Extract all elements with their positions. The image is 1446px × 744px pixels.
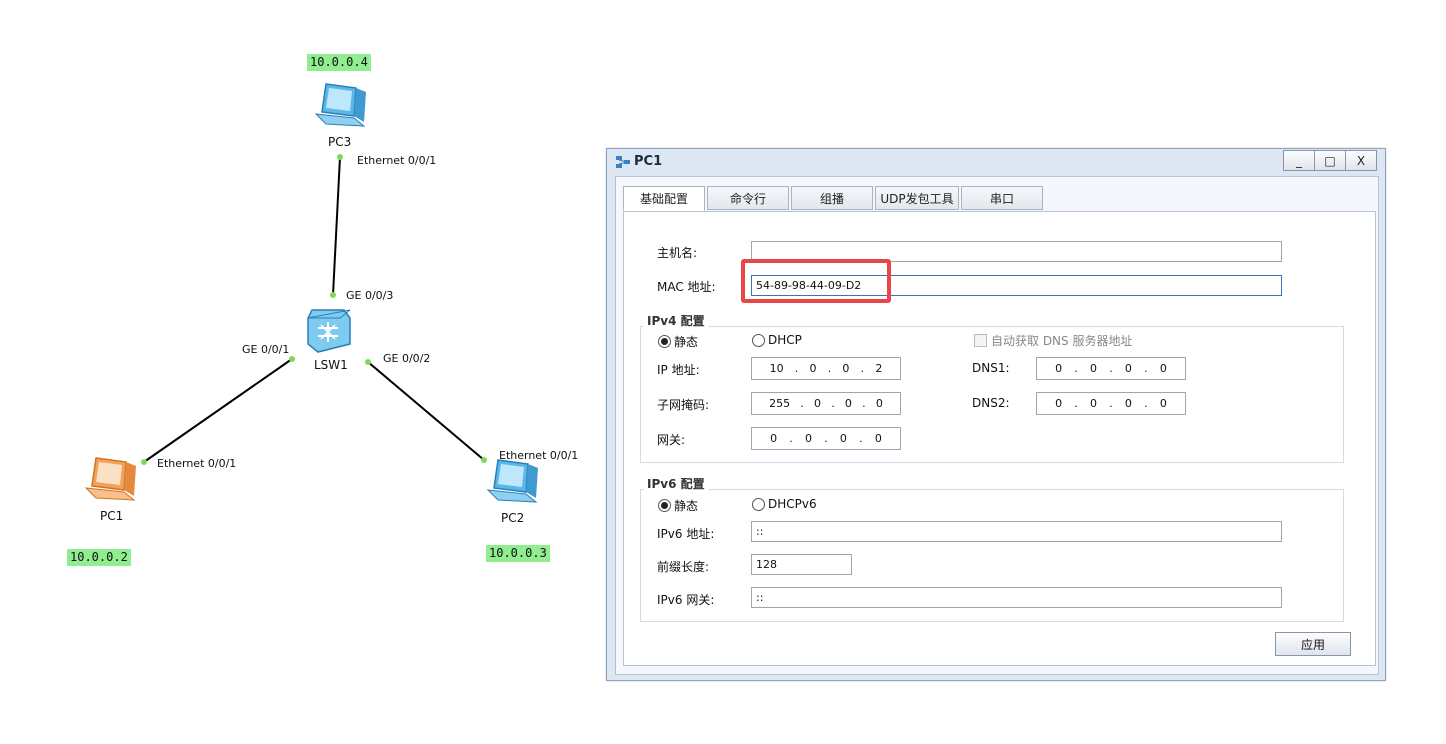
pc3-port-label: Ethernet 0/0/1: [357, 154, 437, 167]
ipv6-gateway-input[interactable]: ::: [751, 587, 1282, 608]
ipv4-static-radio[interactable]: 静态: [658, 333, 698, 350]
network-app-icon: [616, 156, 630, 168]
dns1-input[interactable]: 0.0.0.0: [1036, 357, 1186, 380]
subnet-mask-label: 子网掩码:: [657, 398, 710, 412]
maximize-button[interactable]: □: [1314, 150, 1346, 171]
window-client: 基础配置 命令行 组播 UDP发包工具 串口 主机名: MAC 地址: 54-8…: [615, 176, 1379, 675]
link-pc3-lsw1: [332, 156, 341, 296]
ipv4-dhcp-radio[interactable]: DHCP: [752, 333, 802, 347]
ipv6-static-radio[interactable]: 静态: [658, 497, 698, 514]
pc1-port-label: Ethernet 0/0/1: [157, 457, 237, 470]
ipv6-static-label: 静态: [674, 499, 699, 513]
pc3-name-label: PC3: [328, 135, 352, 149]
apply-button[interactable]: 应用: [1275, 632, 1351, 656]
ipv4-group-title: IPv4 配置: [644, 312, 708, 329]
checkbox-icon: [974, 334, 987, 347]
tab-serial[interactable]: 串口: [961, 186, 1043, 210]
lsw-ge2-label: GE 0/0/2: [383, 352, 431, 365]
tab-command-line[interactable]: 命令行: [707, 186, 789, 210]
pc2-port-label: Ethernet 0/0/1: [499, 449, 579, 462]
pc3-computer-icon[interactable]: [314, 83, 366, 127]
mac-label: MAC 地址:: [657, 280, 716, 294]
pc2-name-label: PC2: [501, 511, 525, 525]
pc1-computer-icon[interactable]: [84, 457, 136, 501]
ipv6-dhcp-label: DHCPv6: [768, 497, 817, 511]
minimize-button[interactable]: _: [1283, 150, 1315, 171]
ipv6-address-label: IPv6 地址:: [657, 527, 715, 541]
gateway-input[interactable]: 0.0.0.0: [751, 427, 901, 450]
ip-address-label: IP 地址:: [657, 363, 700, 377]
dns2-input[interactable]: 0.0.0.0: [1036, 392, 1186, 415]
dns2-label: DNS2:: [972, 396, 1010, 410]
hostname-label: 主机名:: [657, 246, 698, 260]
prefix-length-input[interactable]: 128: [751, 554, 852, 575]
pc3-ip-label: 10.0.0.4: [307, 54, 371, 71]
lsw1-switch-icon[interactable]: [307, 309, 351, 353]
close-icon: X: [1356, 153, 1366, 168]
link-pc1-lsw1: [143, 358, 293, 463]
maximize-icon: □: [1324, 153, 1336, 168]
tab-bar: 基础配置 命令行 组播 UDP发包工具 串口: [623, 186, 1045, 211]
auto-dns-checkbox[interactable]: 自动获取 DNS 服务器地址: [974, 332, 1132, 349]
radio-selected-icon: [658, 499, 671, 512]
mac-highlight-box: [741, 259, 891, 303]
tab-multicast[interactable]: 组播: [791, 186, 873, 210]
lsw-ge1-label: GE 0/0/1: [242, 343, 290, 356]
window-title: PC1: [634, 154, 663, 169]
dns1-label: DNS1:: [972, 361, 1010, 375]
pc2-computer-icon[interactable]: [486, 459, 538, 503]
pc1-config-window: PC1 _ □ X 基础配置 命令行 组播 UDP发包工具 串口 主机名: MA…: [606, 148, 1386, 681]
ipv6-group-title: IPv6 配置: [644, 475, 708, 492]
port-dot-lsw-ge1: [289, 356, 295, 362]
pc2-ip-label: 10.0.0.3: [486, 545, 550, 562]
link-pc2-lsw1: [367, 361, 485, 461]
tab-basic-config[interactable]: 基础配置: [623, 186, 705, 211]
topology-canvas: [84, 83, 538, 503]
ipv6-gateway-label: IPv6 网关:: [657, 593, 715, 607]
window-titlebar[interactable]: PC1 _ □ X: [607, 149, 1385, 175]
pc1-ip-label: 10.0.0.2: [67, 549, 131, 566]
port-dot-lsw-ge3: [330, 292, 336, 298]
port-dot-pc2: [481, 457, 487, 463]
lsw-ge3-label: GE 0/0/3: [346, 289, 394, 302]
tab-udp-tool[interactable]: UDP发包工具: [875, 186, 959, 210]
subnet-mask-input[interactable]: 255. 0. 0. 0: [751, 392, 901, 415]
lsw1-name-label: LSW1: [314, 358, 348, 372]
port-dot-pc3: [337, 154, 343, 160]
ipv6-dhcp-radio[interactable]: DHCPv6: [752, 497, 817, 511]
radio-unselected-icon: [752, 333, 765, 347]
pc1-name-label: PC1: [100, 509, 124, 523]
ipv4-dhcp-label: DHCP: [768, 333, 802, 347]
port-dot-lsw-ge2: [365, 359, 371, 365]
basic-config-panel: 主机名: MAC 地址: 54-89-98-44-09-D2 IPv4 配置 静…: [623, 211, 1376, 666]
radio-selected-icon: [658, 335, 671, 348]
radio-unselected-icon: [752, 497, 765, 511]
close-button[interactable]: X: [1345, 150, 1377, 171]
ipv6-address-input[interactable]: ::: [751, 521, 1282, 542]
prefix-length-label: 前缀长度:: [657, 560, 710, 574]
ip-address-input[interactable]: 10. 0. 0. 2: [751, 357, 901, 380]
ipv4-static-label: 静态: [674, 335, 699, 349]
auto-dns-label: 自动获取 DNS 服务器地址: [991, 334, 1133, 348]
minimize-icon: _: [1296, 153, 1302, 168]
port-dot-pc1: [141, 459, 147, 465]
gateway-label: 网关:: [657, 433, 686, 447]
